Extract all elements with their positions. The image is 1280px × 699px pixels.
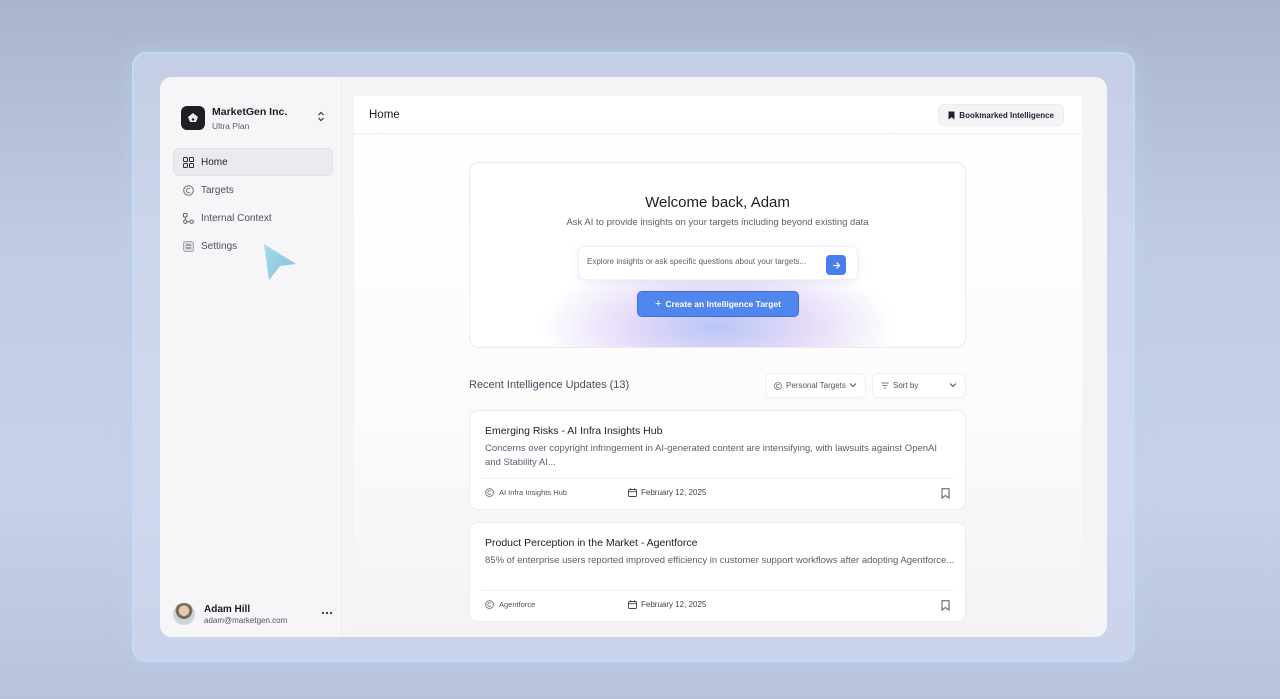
update-date: February 12, 2025 [628, 488, 706, 497]
more-options-icon[interactable] [321, 606, 333, 618]
calendar-icon [628, 488, 637, 497]
chevron-down-icon [949, 382, 957, 388]
settings-icon [182, 240, 194, 252]
target-c-icon [774, 381, 782, 390]
divider [482, 478, 953, 479]
chevron-down-icon [849, 382, 857, 388]
bookmark-icon[interactable] [941, 600, 950, 611]
update-title: Product Perception in the Market - Agent… [485, 537, 698, 549]
updates-section-title: Recent Intelligence Updates (13) [469, 379, 630, 391]
target-c-icon [485, 488, 494, 497]
page-title: Home [369, 109, 400, 121]
bookmark-icon[interactable] [941, 488, 950, 499]
grid-icon [182, 156, 194, 168]
plus-icon: + [654, 298, 662, 310]
update-date-label: February 12, 2025 [641, 600, 707, 609]
app-window: MarketGen Inc. Ultra Plan Home Targets I… [160, 77, 1107, 637]
update-source-label: AI Infra Insights Hub [499, 488, 567, 497]
create-intelligence-target-button[interactable]: + Create an Intelligence Target [637, 291, 799, 317]
create-intelligence-target-label: Create an Intelligence Target [665, 299, 781, 309]
org-switcher[interactable]: MarketGen Inc. Ultra Plan [173, 99, 333, 137]
org-name: MarketGen Inc. [212, 105, 288, 118]
update-date-label: February 12, 2025 [641, 488, 707, 497]
sidebar-nav: Home Targets Internal Context Settings [173, 148, 333, 260]
welcome-subtitle: Ask AI to provide insights on your targe… [566, 217, 869, 228]
personal-targets-label: Personal Targets [786, 381, 846, 390]
avatar [173, 603, 195, 625]
update-source: AI Infra Insights Hub [485, 488, 567, 497]
ask-ai-box [578, 246, 858, 280]
sidebar-item-internal-context[interactable]: Internal Context [173, 204, 333, 232]
personal-targets-dropdown[interactable]: Personal Targets [765, 373, 866, 398]
org-plan: Ultra Plan [212, 120, 250, 131]
sidebar-item-label: Home [201, 156, 228, 168]
update-date: February 12, 2025 [628, 600, 706, 609]
calendar-icon [628, 600, 637, 609]
bookmarked-intelligence-label: Bookmarked Intelligence [959, 110, 1054, 120]
bookmark-icon [948, 111, 955, 120]
main-panel: Home Bookmarked Intelligence Welcome bac… [354, 96, 1082, 637]
welcome-card: Welcome back, Adam Ask AI to provide ins… [469, 162, 966, 348]
nodes-icon [182, 212, 194, 224]
sidebar-item-label: Targets [201, 184, 234, 196]
sidebar-item-label: Settings [201, 240, 238, 252]
arrow-right-icon [832, 261, 840, 269]
org-logo-icon [181, 106, 205, 130]
target-c-icon [485, 600, 494, 609]
sort-by-label: Sort by [893, 381, 919, 390]
pointer-cursor-icon [261, 242, 303, 284]
update-source: Agentforce [485, 600, 535, 609]
page-header: Home Bookmarked Intelligence [354, 96, 1082, 134]
update-description: Concerns over copyright infringement in … [485, 443, 938, 468]
sort-by-dropdown[interactable]: Sort by [872, 373, 966, 398]
chevron-up-down-icon[interactable] [317, 111, 325, 125]
sidebar-item-targets[interactable]: Targets [173, 176, 333, 204]
update-card[interactable]: Emerging Risks - AI Infra Insights Hub C… [469, 410, 966, 510]
update-title: Emerging Risks - AI Infra Insights Hub [485, 425, 663, 437]
bookmarked-intelligence-button[interactable]: Bookmarked Intelligence [938, 104, 1064, 126]
user-profile[interactable]: Adam Hill adam@marketgen.com [173, 601, 333, 627]
update-description: 85% of enterprise users reported improve… [485, 555, 955, 566]
main-area: Home Bookmarked Intelligence Welcome bac… [342, 77, 1107, 637]
update-card[interactable]: Product Perception in the Market - Agent… [469, 522, 966, 622]
update-source-label: Agentforce [499, 600, 536, 609]
sort-icon [881, 382, 889, 389]
target-c-icon [182, 184, 194, 196]
user-name: Adam Hill [204, 603, 251, 615]
ask-ai-input[interactable] [587, 257, 822, 266]
welcome-title: Welcome back, Adam [645, 194, 790, 211]
divider [482, 590, 953, 591]
sidebar-item-home[interactable]: Home [173, 148, 333, 176]
sidebar-item-label: Internal Context [201, 212, 272, 224]
user-email: adam@marketgen.com [204, 615, 288, 625]
sidebar: MarketGen Inc. Ultra Plan Home Targets I… [160, 77, 342, 637]
sidebar-item-settings[interactable]: Settings [173, 232, 333, 260]
send-button[interactable] [826, 255, 846, 275]
